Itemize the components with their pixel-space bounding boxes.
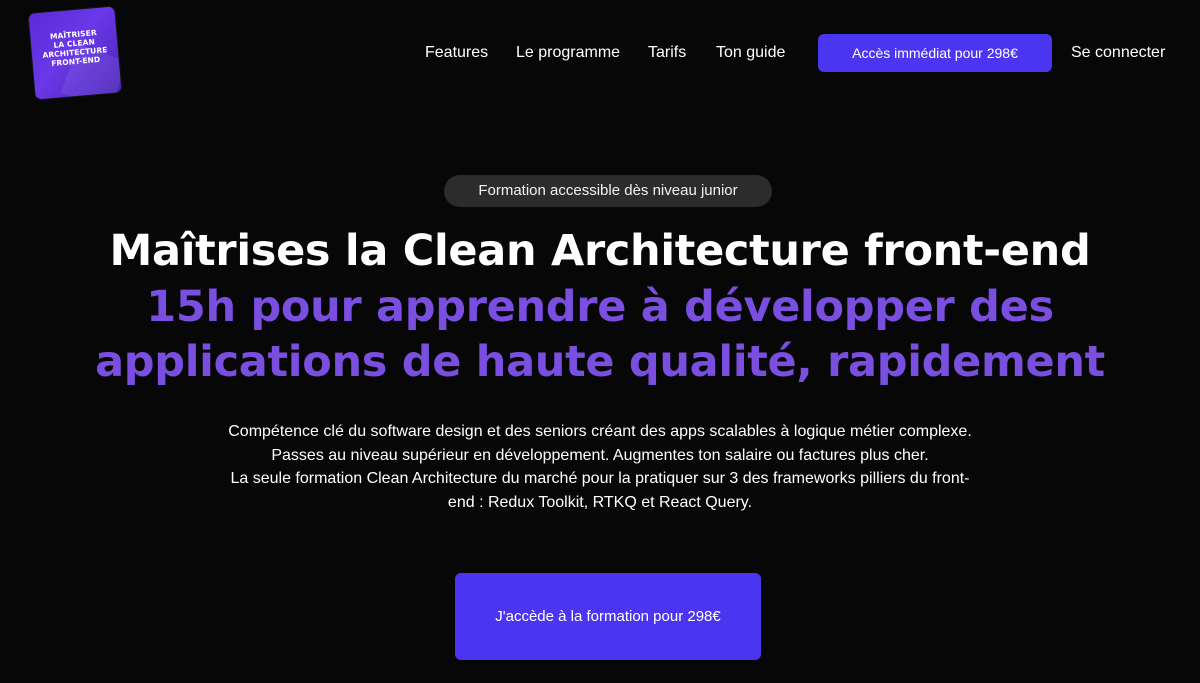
hero-description-line: Compétence clé du software design et des…	[228, 423, 972, 440]
hero-title: Maîtrises la Clean Architecture front-en…	[109, 226, 1091, 276]
hero-subtitle-line: applications de haute qualité, rapidemen…	[95, 337, 1105, 387]
site-header: MAÎTRISER LA CLEAN ARCHITECTURE FRONT-EN…	[0, 0, 1200, 110]
hero-description-line: Passes au niveau supérieur en développem…	[271, 446, 929, 464]
nav-access-button[interactable]: Accès immédiat pour 298€	[818, 34, 1052, 72]
enroll-button[interactable]: J'accède à la formation pour 298€	[455, 573, 761, 660]
hero-subtitle: 15h pour apprendre à développer des appl…	[0, 280, 1200, 390]
hero-description: Compétence clé du software design et des…	[190, 420, 1010, 514]
course-logo[interactable]: MAÎTRISER LA CLEAN ARCHITECTURE FRONT-EN…	[28, 6, 122, 100]
logo-text: MAÎTRISER LA CLEAN ARCHITECTURE FRONT-EN…	[42, 28, 108, 69]
hero-description-line: end : Redux Toolkit, RTKQ et React Query…	[447, 493, 753, 511]
landing-page: MAÎTRISER LA CLEAN ARCHITECTURE FRONT-EN…	[0, 0, 1200, 683]
login-link[interactable]: Se connecter	[1071, 34, 1165, 72]
level-badge: Formation accessible dès niveau junior	[444, 175, 772, 207]
nav-link-guide[interactable]: Ton guide	[716, 34, 785, 72]
hero-description-line: La seule formation Clean Architecture du…	[230, 470, 970, 487]
nav-link-features[interactable]: Features	[425, 34, 488, 72]
hero-subtitle-line: 15h pour apprendre à développer des	[146, 282, 1054, 332]
nav-link-programme[interactable]: Le programme	[516, 34, 620, 72]
nav-link-tarifs[interactable]: Tarifs	[648, 34, 686, 72]
